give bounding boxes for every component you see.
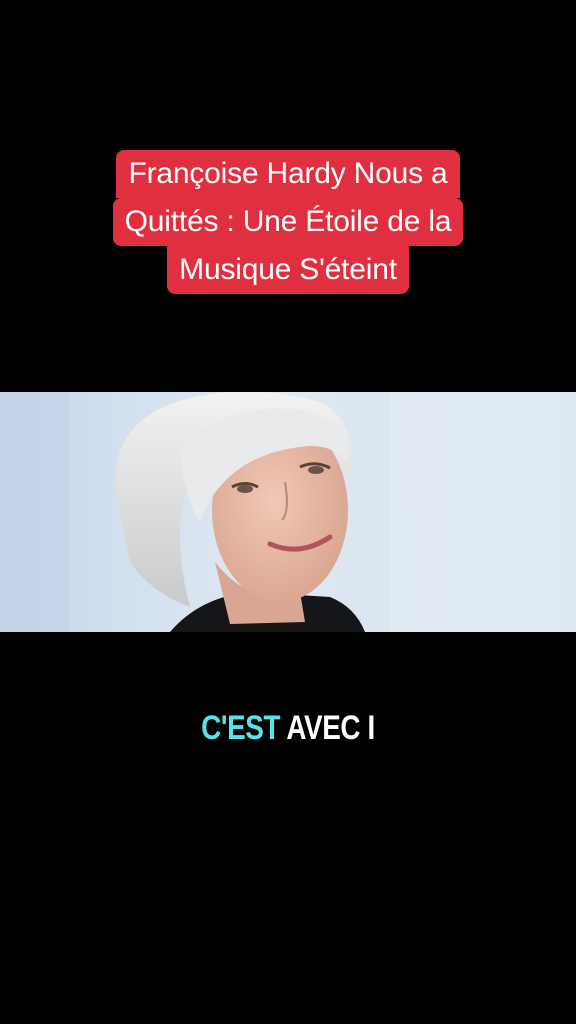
- title-caption: Françoise Hardy Nous a Quittés : Une Éto…: [0, 150, 576, 294]
- subtitle-highlighted-word: C'EST: [201, 709, 281, 747]
- subtitle-text: AVEC I: [286, 709, 375, 747]
- subtitle-caption: C'EST AVEC I: [52, 706, 524, 750]
- portrait-photo: [0, 392, 576, 632]
- title-line: Françoise Hardy Nous a: [116, 150, 460, 198]
- title-line: Musique S'éteint: [167, 246, 409, 294]
- portrait-illustration: [0, 392, 576, 632]
- title-line: Quittés : Une Étoile de la: [112, 198, 464, 246]
- video-frame: Françoise Hardy Nous a Quittés : Une Éto…: [0, 0, 576, 1024]
